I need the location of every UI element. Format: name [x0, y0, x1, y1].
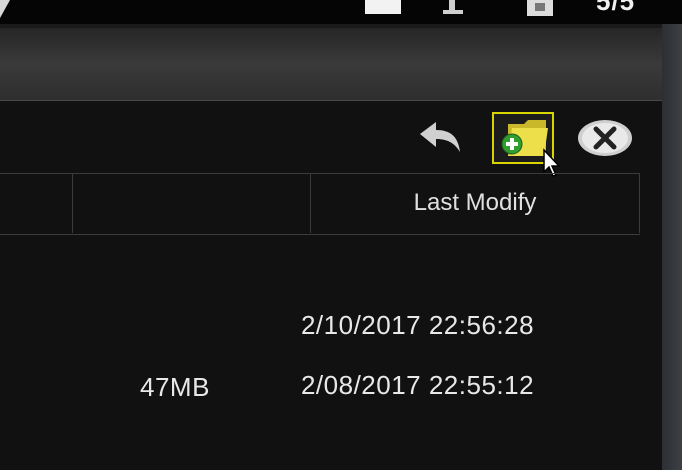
status-block-icon: [365, 0, 401, 14]
last-modify-cell: 02/10/2017 22:56:28: [300, 310, 535, 340]
table-row[interactable]: 02/10/2017 22:56:28: [300, 310, 638, 350]
close-icon[interactable]: [576, 118, 634, 158]
column-header-last-modify[interactable]: Last Modify: [310, 173, 640, 233]
column-divider: [72, 173, 73, 233]
size-cell: 47MB: [140, 372, 210, 402]
last-modify-cell: 22/08/2017 22:55:12: [300, 370, 535, 400]
table-row[interactable]: 22/08/2017 22:55:12: [300, 370, 638, 410]
back-arrow-icon[interactable]: [414, 118, 466, 158]
corner-glyph: [0, 0, 10, 18]
status-pin-icon: [441, 0, 467, 14]
page-indicator: 5/5: [596, 0, 636, 16]
top-status-strip: 5/5: [0, 0, 682, 24]
window-frame-edge: [662, 24, 682, 470]
status-device-icon: [527, 0, 553, 16]
dialog-title-bar: [0, 28, 662, 101]
